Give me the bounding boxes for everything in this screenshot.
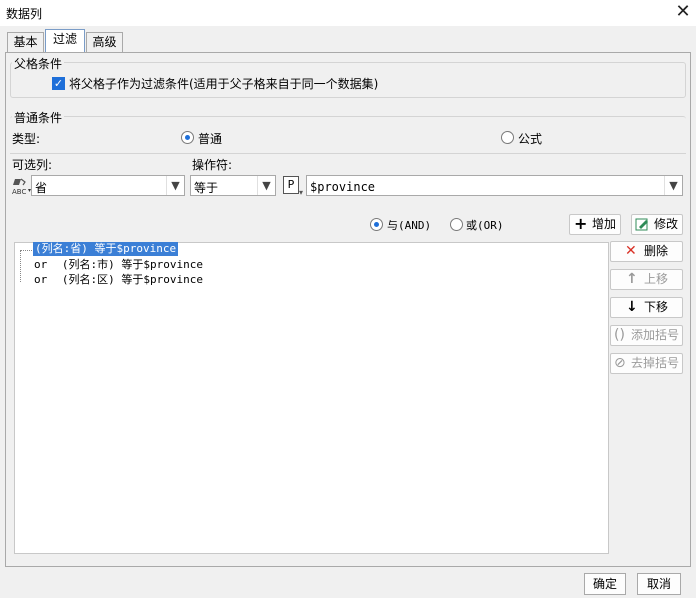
- condition-list[interactable]: [14, 242, 609, 554]
- tree-line: [20, 250, 21, 282]
- parameter-dropdown-icon[interactable]: ▾: [299, 188, 303, 197]
- type-formula-radio[interactable]: [501, 131, 514, 144]
- title-bar: [0, 0, 696, 26]
- type-formula-label: 公式: [518, 132, 543, 146]
- close-icon[interactable]: ✕: [672, 1, 694, 23]
- condition-prefix: or: [34, 258, 48, 271]
- condition-prefix: or: [34, 273, 48, 286]
- window-title: 数据列: [6, 7, 43, 21]
- operator-select-value: 等于: [194, 181, 219, 195]
- remove-bracket-icon: ⊘: [614, 355, 626, 371]
- add-bracket-button[interactable]: () 添加括号: [610, 325, 683, 346]
- abc-field-icon: ABC: [12, 177, 32, 196]
- add-button[interactable]: + 增加: [569, 214, 621, 235]
- operator-select[interactable]: 等于 ▼: [190, 175, 276, 196]
- normal-condition-group: [10, 116, 686, 153]
- plus-icon: +: [574, 214, 588, 233]
- parameter-icon[interactable]: P: [283, 176, 299, 194]
- list-item[interactable]: or (列名:区) 等于$province: [34, 273, 203, 287]
- logic-and-label: 与(AND): [387, 219, 432, 232]
- chevron-down-icon: ▼: [664, 176, 682, 195]
- svg-text:ABC: ABC: [12, 188, 26, 195]
- type-normal-label: 普通: [198, 132, 223, 146]
- condition-text: (列名:省) 等于$province: [35, 242, 177, 255]
- logic-or-radio[interactable]: [450, 218, 463, 231]
- condition-text: (列名:市) 等于$province: [61, 258, 203, 271]
- parent-filter-checkbox[interactable]: ✓: [52, 77, 65, 90]
- operator-label: 操作符:: [192, 158, 233, 172]
- type-normal-radio[interactable]: [181, 131, 194, 144]
- type-label: 类型:: [12, 132, 41, 146]
- column-select-value: 省: [35, 181, 48, 195]
- column-select[interactable]: 省 ▼: [31, 175, 185, 196]
- logic-or-label: 或(OR): [466, 219, 504, 232]
- modify-button[interactable]: 修改: [631, 214, 683, 235]
- ok-button[interactable]: 确定: [584, 573, 626, 595]
- column-label: 可选列:: [12, 158, 53, 172]
- edit-icon: [635, 217, 650, 238]
- chevron-down-icon: ▼: [257, 176, 275, 195]
- remove-bracket-button[interactable]: ⊘ 去掉括号: [610, 353, 683, 374]
- arrow-down-icon: ↓: [626, 299, 638, 315]
- tab-filter[interactable]: 过滤: [45, 29, 85, 53]
- list-item[interactable]: or (列名:市) 等于$province: [34, 258, 203, 272]
- cancel-button[interactable]: 取消: [637, 573, 681, 595]
- delete-button[interactable]: ✕ 删除: [610, 241, 683, 262]
- divider: [10, 153, 686, 154]
- move-down-button[interactable]: ↓ 下移: [610, 297, 683, 318]
- arrow-up-icon: ↑: [626, 271, 638, 287]
- parent-condition-title: 父格条件: [12, 55, 65, 72]
- logic-and-radio[interactable]: [370, 218, 383, 231]
- tree-line: [20, 250, 32, 251]
- delete-x-icon: ✕: [625, 243, 637, 259]
- condition-text: (列名:区) 等于$province: [61, 273, 203, 286]
- list-item[interactable]: (列名:省) 等于$province: [33, 242, 179, 256]
- tab-advanced[interactable]: 高级: [86, 32, 123, 53]
- tab-basic[interactable]: 基本: [7, 32, 44, 53]
- chevron-down-icon: ▼: [166, 176, 184, 195]
- bracket-icon: (): [614, 327, 625, 343]
- normal-condition-title: 普通条件: [12, 109, 65, 126]
- parameter-select[interactable]: $province ▼: [306, 175, 683, 196]
- parameter-select-value: $province: [310, 180, 376, 194]
- parent-filter-checkbox-label: 将父格子作为过滤条件(适用于父子格来自于同一个数据集): [69, 77, 379, 91]
- move-up-button[interactable]: ↑ 上移: [610, 269, 683, 290]
